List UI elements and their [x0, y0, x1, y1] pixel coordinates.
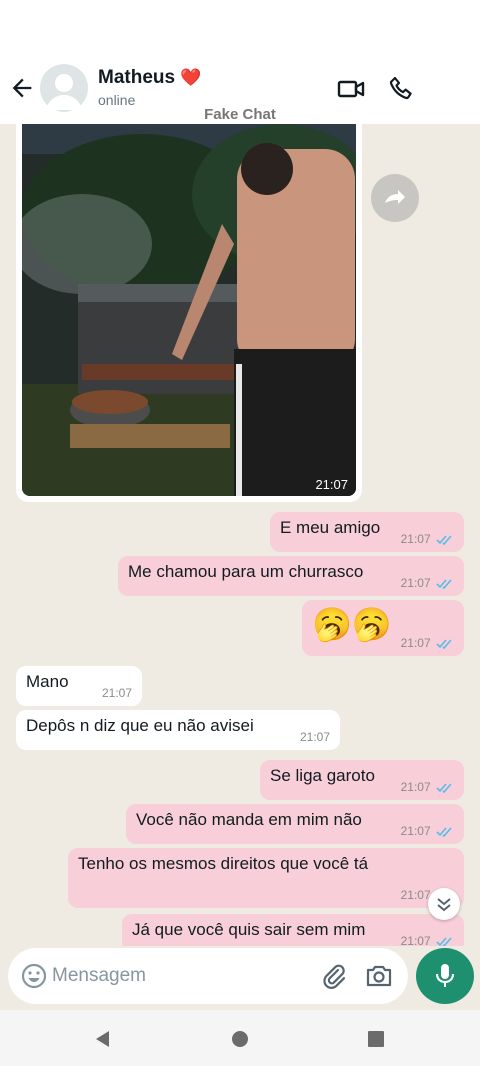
barbecue-photo[interactable]: 21:07: [22, 124, 356, 496]
camera-icon[interactable]: [364, 961, 394, 991]
message-input[interactable]: Mensagem: [52, 965, 146, 987]
nav-recents-icon[interactable]: [365, 1028, 387, 1050]
message-time: 21:07: [400, 532, 431, 546]
message-meta: 21:07: [401, 532, 454, 546]
read-ticks-icon: [436, 783, 452, 793]
message-time: 21:07: [400, 824, 431, 838]
message-time: 21:07: [400, 934, 431, 946]
message-meta: 21:07: [401, 636, 454, 650]
message-composer: Mensagem: [0, 946, 480, 1010]
emoji-message: 🥱🥱: [312, 606, 392, 642]
double-chevron-down-icon: [437, 898, 451, 912]
message-bubble-out[interactable]: Se liga garoto 21:07: [260, 760, 464, 800]
message-text: E meu amigo: [280, 518, 381, 537]
video-call-icon[interactable]: [336, 74, 366, 104]
nav-back-icon[interactable]: [92, 1028, 114, 1050]
forward-button[interactable]: [371, 174, 419, 222]
contact-name-text: Matheus: [98, 67, 176, 88]
message-time: 21:07: [400, 636, 431, 650]
message-bubble-out[interactable]: 🥱🥱 21:07: [302, 600, 464, 656]
message-meta: 21:07: [401, 934, 454, 946]
status-bar: [0, 0, 480, 56]
message-time: 21:07: [400, 780, 431, 794]
scroll-to-bottom-button[interactable]: [428, 888, 460, 920]
read-ticks-icon: [436, 937, 452, 946]
avatar[interactable]: [40, 64, 88, 112]
photo-message[interactable]: 21:07: [16, 124, 362, 502]
read-ticks-icon: [436, 535, 452, 545]
photo-image: [22, 124, 356, 496]
read-ticks-icon: [436, 579, 452, 589]
message-time: 21:07: [400, 576, 431, 590]
back-arrow-icon[interactable]: [8, 74, 36, 102]
message-bubble-in[interactable]: Depôs n diz que eu não avisei 21:07: [16, 710, 340, 750]
message-meta: 21:07: [401, 824, 454, 838]
message-meta: 21:07: [401, 576, 454, 590]
emoji-icon[interactable]: [20, 962, 48, 990]
phone-icon[interactable]: [387, 74, 417, 104]
microphone-button[interactable]: [416, 948, 474, 1004]
message-time: 21:07: [101, 686, 132, 700]
message-bubble-out[interactable]: E meu amigo 21:07: [270, 512, 464, 552]
message-text: Tenho os mesmos direitos que você tá: [78, 854, 369, 873]
contact-name[interactable]: Matheus ❤️: [98, 67, 202, 89]
avatar-placeholder-icon: [46, 74, 82, 110]
message-text: Se liga garoto: [270, 766, 375, 785]
message-bubble-out[interactable]: Já que você quis sair sem mim 21:07: [122, 914, 464, 946]
message-text: Você não manda em mim não: [136, 810, 362, 829]
chat-header: Matheus ❤️ online Fake Chat: [0, 56, 480, 124]
message-bubble-out[interactable]: Me chamou para um churrasco 21:07: [118, 556, 464, 596]
message-text: Depôs n diz que eu não avisei: [26, 716, 254, 735]
message-text: Já que você quis sair sem mim: [132, 920, 366, 939]
message-bubble-out[interactable]: Você não manda em mim não 21:07: [126, 804, 464, 844]
message-input-box[interactable]: Mensagem: [8, 948, 408, 1004]
system-nav-bar: [0, 1010, 480, 1066]
forward-icon: [385, 190, 405, 204]
message-time: 21:07: [400, 888, 431, 902]
heart-emoji: ❤️: [180, 68, 202, 87]
nav-home-icon[interactable]: [229, 1028, 251, 1050]
chat-area[interactable]: 21:07 E meu amigo 21:07 Me chamou para u…: [0, 124, 480, 946]
message-bubble-out[interactable]: Tenho os mesmos direitos que você tá 21:…: [68, 848, 464, 908]
message-text: Me chamou para um churrasco: [128, 562, 364, 581]
attachment-icon[interactable]: [320, 962, 348, 990]
microphone-icon: [435, 964, 455, 987]
message-meta: 21:07: [300, 730, 330, 744]
message-time: 21:07: [299, 730, 330, 744]
read-ticks-icon: [436, 827, 452, 837]
message-text: Mano: [26, 672, 69, 691]
fake-chat-label: Fake Chat: [204, 106, 276, 123]
message-meta: 21:07: [102, 686, 132, 700]
message-bubble-in[interactable]: Mano 21:07: [16, 666, 142, 706]
read-ticks-icon: [436, 639, 452, 649]
photo-time: 21:07: [315, 477, 348, 492]
message-meta: 21:07: [401, 780, 454, 794]
